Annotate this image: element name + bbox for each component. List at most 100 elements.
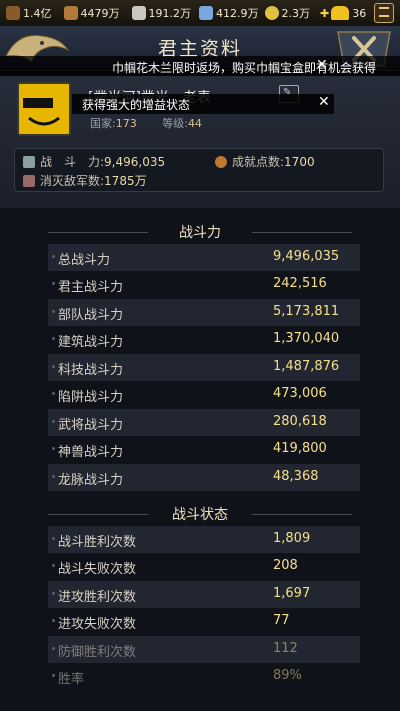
- achievement-medal-icon: [215, 156, 227, 168]
- resource-ore[interactable]: 191.2万: [131, 5, 192, 21]
- stat-row: 科技战斗力 1,487,876: [48, 354, 360, 381]
- stat-value: 1,370,040: [273, 331, 340, 346]
- power-stat: 战 斗 力:9,496,035: [23, 153, 165, 170]
- tooltip-text: 获得强大的增益状态: [82, 98, 191, 112]
- resource-crystal[interactable]: 412.9万: [199, 5, 259, 21]
- stat-value: 48,368: [273, 469, 319, 484]
- bullet-icon: [52, 537, 55, 540]
- menu-icon: [379, 7, 389, 17]
- stat-value: 5,173,811: [273, 304, 340, 319]
- stat-row: 战斗胜利次数 1,809: [48, 526, 360, 553]
- stat-row: 陷阱战斗力 473,006: [48, 381, 360, 408]
- bullet-icon: [52, 447, 55, 450]
- bullet-icon: [52, 392, 55, 395]
- resource-coin[interactable]: 2.3万: [264, 5, 311, 21]
- stat-label: 陷阱战斗力: [58, 390, 124, 405]
- stat-value: 280,618: [273, 414, 327, 429]
- country-value: 173: [115, 117, 137, 130]
- crystal-icon: [199, 6, 213, 20]
- stat-row: 进攻失败次数 77: [48, 608, 360, 635]
- bullet-icon: [52, 619, 55, 622]
- skull-icon: [23, 175, 35, 187]
- stat-label: 总战斗力: [58, 253, 111, 268]
- summary-stats-box: 战 斗 力:9,496,035 成就点数:1700 消灭敌军数:1785万: [14, 148, 384, 192]
- kills-label: 消灭敌军数:: [40, 174, 105, 188]
- stat-label: 君主战斗力: [58, 280, 124, 295]
- bullet-icon: [52, 310, 55, 313]
- bullet-icon: [52, 365, 55, 368]
- stat-value: 419,800: [273, 441, 327, 456]
- resource-value: 2.3万: [281, 7, 311, 20]
- resource-value: 36: [352, 6, 367, 20]
- resource-bar: 1.4亿 4479万 191.2万 412.9万 2.3万 ✚ 36: [0, 0, 400, 26]
- wood-icon: [6, 6, 20, 20]
- bullet-icon: [52, 592, 55, 595]
- kills-stat: 消灭敌军数:1785万: [23, 172, 147, 189]
- buff-tooltip: 获得强大的增益状态 ✕: [72, 94, 334, 114]
- stat-row: 建筑战斗力 1,370,040: [48, 326, 360, 353]
- stat-value: 1,487,876: [273, 359, 340, 374]
- achievement-value: 1700: [284, 155, 315, 169]
- section-title-power: 战斗力: [179, 225, 221, 241]
- stat-row: 部队战斗力 5,173,811: [48, 299, 360, 326]
- section-title-battle: 战斗状态: [172, 507, 228, 523]
- stat-value: 473,006: [273, 386, 327, 401]
- stat-value: 1,697: [273, 586, 311, 601]
- bullet-icon: [52, 647, 55, 650]
- stat-label: 龙脉战斗力: [58, 473, 124, 488]
- resource-gold-ingot[interactable]: ✚ 36: [320, 6, 366, 20]
- resource-value: 4479万: [80, 7, 120, 20]
- bullet-icon: [52, 255, 55, 258]
- stat-label: 进攻失败次数: [58, 617, 137, 632]
- stat-label: 建筑战斗力: [58, 335, 124, 350]
- add-icon: ✚: [320, 6, 330, 20]
- achievement-stat: 成就点数:1700: [215, 153, 315, 170]
- coin-icon: [264, 6, 279, 20]
- stat-value: 208: [273, 558, 298, 573]
- stat-label: 胜率: [58, 672, 85, 687]
- stat-row: 总战斗力 9,496,035: [48, 244, 360, 271]
- stat-label: 神兽战斗力: [58, 445, 124, 460]
- stat-label: 防御胜利次数: [58, 645, 137, 660]
- resource-value: 191.2万: [148, 7, 192, 20]
- bullet-icon: [52, 337, 55, 340]
- stat-value: 9,496,035: [273, 249, 340, 264]
- stat-row: 进攻胜利次数 1,697: [48, 581, 360, 608]
- bullet-icon: [52, 674, 55, 677]
- resource-meat[interactable]: 4479万: [63, 5, 120, 21]
- notification-close-icon[interactable]: ✕: [316, 57, 328, 73]
- gold-ingot-icon: [331, 6, 350, 20]
- stat-value: 1,809: [273, 531, 311, 546]
- meat-icon: [63, 6, 78, 20]
- avatar-face-icon: [19, 84, 69, 134]
- level-value: 44: [187, 117, 202, 130]
- profile-panel: 军 [凿光河]凿光，老表 ✎ 获得强大的增益状态 ✕ 国家:173 等级:44 …: [0, 76, 400, 208]
- country-label: 国家:: [90, 117, 116, 130]
- bullet-icon: [52, 420, 55, 423]
- stat-value: 112: [273, 641, 298, 656]
- bullet-icon: [52, 564, 55, 567]
- bullet-icon: [52, 475, 55, 478]
- stat-row: 神兽战斗力 419,800: [48, 436, 360, 463]
- stat-value: 77: [273, 613, 290, 628]
- power-value: 9,496,035: [104, 155, 166, 169]
- stat-label: 科技战斗力: [58, 363, 124, 378]
- bullet-icon: [52, 282, 55, 285]
- stat-row: 防御胜利次数 112: [48, 636, 360, 663]
- stat-row: 胜率 89%: [48, 663, 360, 690]
- stat-label: 进攻胜利次数: [58, 590, 137, 605]
- stat-row: 武将战斗力 280,618: [48, 409, 360, 436]
- stat-value: 242,516: [273, 276, 327, 291]
- resource-value: 412.9万: [216, 7, 259, 20]
- kills-value: 1785万: [104, 174, 147, 188]
- tooltip-close-icon[interactable]: ✕: [318, 94, 330, 110]
- avatar[interactable]: [17, 82, 71, 136]
- achievement-label: 成就点数:: [232, 155, 285, 169]
- stat-label: 武将战斗力: [58, 418, 124, 433]
- swords-icon: [23, 156, 35, 168]
- resource-wood[interactable]: 1.4亿: [6, 5, 52, 21]
- menu-button[interactable]: [374, 3, 394, 23]
- ore-icon: [131, 6, 146, 20]
- stat-row: 战斗失败次数 208: [48, 553, 360, 580]
- stat-row: 龙脉战斗力 48,368: [48, 464, 360, 491]
